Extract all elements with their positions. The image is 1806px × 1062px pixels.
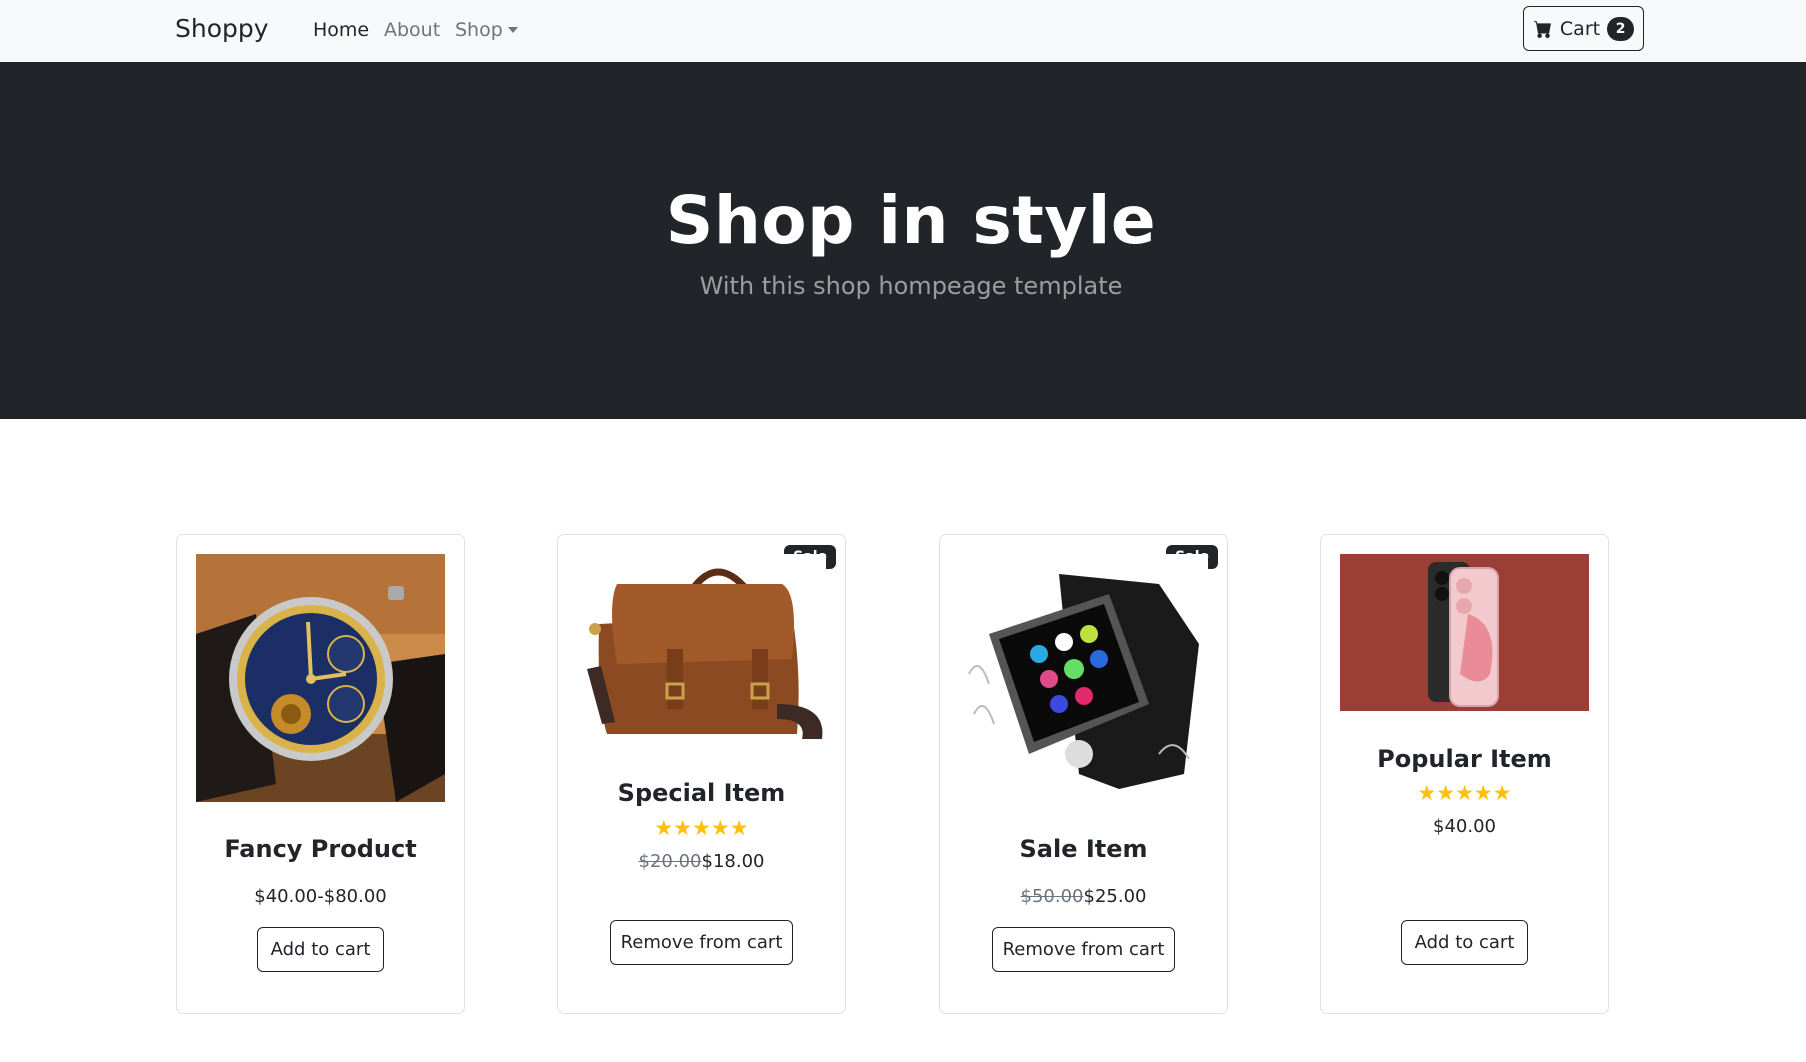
- original-price: $50.00: [1020, 886, 1084, 907]
- product-card-special-item: Sale Special Item ★★★★★ $20.00$18.00 Rem…: [557, 534, 846, 1014]
- current-price: $40.00: [1433, 816, 1496, 837]
- remove-from-cart-button[interactable]: Remove from cart: [610, 920, 793, 965]
- nav-link-about[interactable]: About: [384, 19, 440, 41]
- product-name: Fancy Product: [224, 835, 417, 863]
- nav-dropdown-shop[interactable]: Shop: [455, 19, 518, 41]
- hero-subtitle: With this shop hompeage template: [699, 272, 1123, 300]
- product-card-sale-item: Sale Sale Item $50.00$25.00 Remove from …: [939, 534, 1228, 1014]
- product-price: $20.00$18.00: [558, 851, 845, 872]
- smartwatch-photo: [959, 554, 1208, 802]
- nav-link-home[interactable]: Home: [313, 19, 369, 41]
- star-rating: ★★★★★: [1417, 781, 1512, 805]
- add-to-cart-button[interactable]: Add to cart: [1401, 920, 1528, 965]
- cart-button[interactable]: Cart 2: [1523, 6, 1644, 51]
- cart-count-badge: 2: [1607, 16, 1635, 41]
- product-name: Sale Item: [1019, 835, 1148, 863]
- brand-logo-link[interactable]: Shoppy: [175, 14, 269, 43]
- product-name: Special Item: [617, 779, 786, 807]
- product-name: Popular Item: [1377, 745, 1552, 773]
- smartphone-photo: [1340, 554, 1589, 711]
- hero-banner: Shop in style With this shop hompeage te…: [0, 62, 1806, 419]
- cart-label: Cart: [1559, 17, 1601, 40]
- remove-from-cart-button[interactable]: Remove from cart: [992, 927, 1175, 972]
- current-price: $25.00: [1083, 886, 1147, 907]
- leather-messenger-bag-photo: [577, 554, 826, 754]
- nav-dropdown-shop-label: Shop: [455, 19, 503, 41]
- caret-down-icon: [507, 27, 518, 33]
- product-price: $40.00-$80.00: [177, 886, 464, 907]
- current-price: $40.00-$80.00: [254, 886, 387, 907]
- product-card-popular-item: Popular Item ★★★★★ $40.00 Add to cart: [1320, 534, 1609, 1014]
- product-price: $40.00: [1321, 816, 1608, 837]
- original-price: $20.00: [638, 851, 702, 872]
- star-rating: ★★★★★: [654, 816, 749, 840]
- hero-title: Shop in style: [665, 182, 1157, 259]
- product-price: $50.00$25.00: [940, 886, 1227, 907]
- navbar: Shoppy Home About Shop Cart 2: [0, 0, 1806, 62]
- product-card-fancy-product: Fancy Product $40.00-$80.00 Add to cart: [176, 534, 465, 1014]
- cart-icon: [1533, 20, 1551, 38]
- current-price: $18.00: [701, 851, 765, 872]
- add-to-cart-button[interactable]: Add to cart: [257, 927, 384, 972]
- wristwatch-photo: [196, 554, 445, 802]
